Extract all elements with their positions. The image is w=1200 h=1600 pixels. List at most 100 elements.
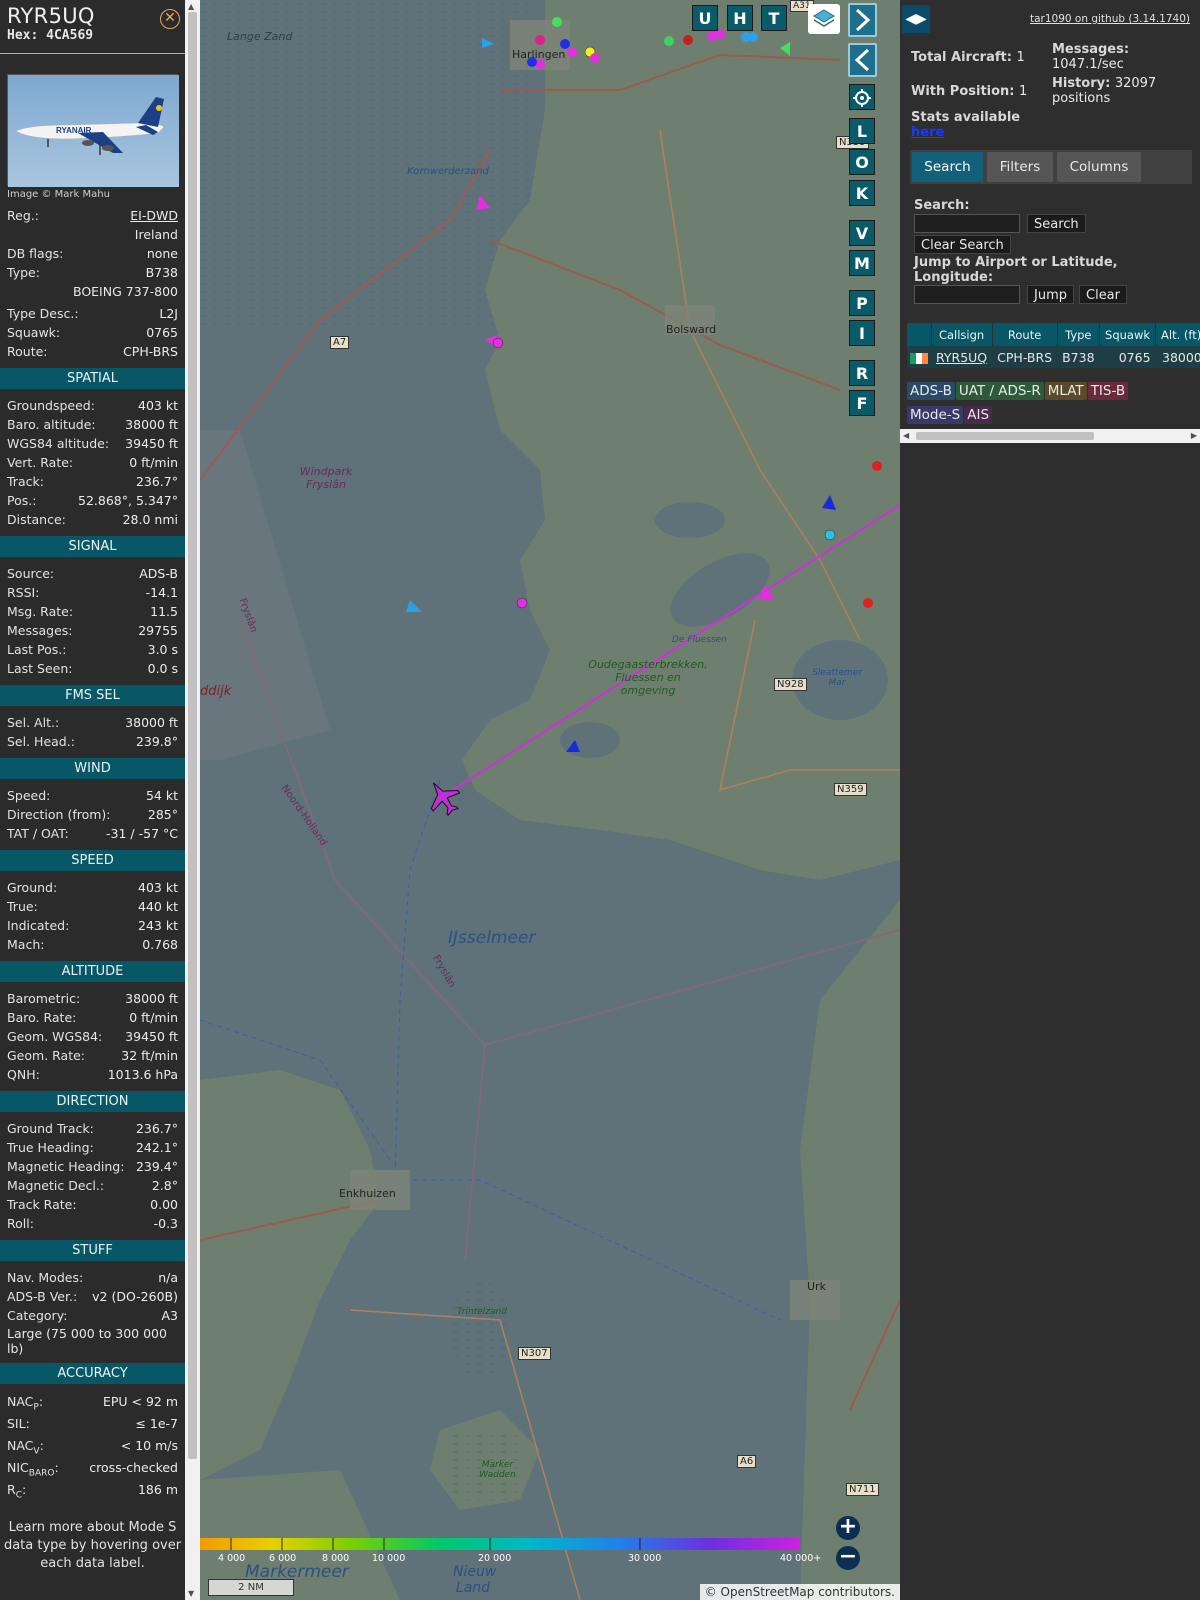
button-u[interactable]: U bbox=[692, 5, 718, 31]
tab-search[interactable]: Search bbox=[912, 152, 983, 182]
button-k[interactable]: K bbox=[849, 180, 875, 206]
tab-filters[interactable]: Filters bbox=[987, 152, 1053, 182]
vessel-marker bbox=[748, 32, 758, 42]
sil-row: SIL: ≤ 1e-7 bbox=[0, 1413, 185, 1435]
altitude-label: Geom. WGS84: bbox=[7, 1029, 103, 1044]
label-fluessen: De Fluessen bbox=[672, 635, 727, 645]
route-cell: CPH-BRS bbox=[992, 346, 1058, 368]
wind-label: Direction (from): bbox=[7, 807, 111, 822]
table-horizontal-scrollbar[interactable]: ◀ ▶ bbox=[900, 429, 1200, 443]
legend-tick-6000: 6 000 bbox=[269, 1553, 297, 1564]
close-icon[interactable]: ✕ bbox=[160, 9, 180, 29]
scroll-left-icon[interactable]: ◀ bbox=[903, 429, 909, 443]
stats-available: Stats available here bbox=[911, 110, 1021, 140]
button-i[interactable]: I bbox=[849, 320, 875, 346]
stats-here-link[interactable]: here bbox=[911, 125, 1020, 140]
label-windpark: Windpark Fryslân bbox=[299, 465, 353, 491]
sidebar-scrollbar[interactable]: ▲ ▼ bbox=[185, 0, 200, 1600]
speed-value: 243 kt bbox=[138, 918, 178, 933]
stuff-row: Nav. Modes: n/a bbox=[0, 1268, 185, 1287]
label-urk: Urk bbox=[807, 1280, 826, 1293]
label-ijsselmeer: IJsselmeer bbox=[448, 928, 536, 948]
signal-label: RSSI: bbox=[7, 585, 40, 600]
fms-label: Sel. Alt.: bbox=[7, 715, 60, 730]
legend-tick-4000: 4 000 bbox=[218, 1553, 246, 1564]
column-header-callsign[interactable]: Callsign bbox=[931, 323, 993, 346]
button-v[interactable]: V bbox=[849, 220, 875, 246]
button-h[interactable]: H bbox=[727, 5, 753, 31]
legend-tick-40000: 40 000+ bbox=[780, 1553, 822, 1564]
country-value: Ireland bbox=[134, 227, 178, 242]
column-header-flag[interactable] bbox=[907, 323, 932, 346]
label-nieuw-land: Nieuw Land bbox=[453, 1564, 497, 1596]
column-header-route[interactable]: Route bbox=[992, 323, 1058, 346]
label-enkhuizen: Enkhuizen bbox=[339, 1187, 396, 1200]
github-link[interactable]: tar1090 on github (3.14.1740) bbox=[1030, 13, 1190, 25]
jump-button[interactable]: Jump bbox=[1027, 285, 1074, 304]
type-value: B738 bbox=[145, 265, 178, 280]
jump-input[interactable] bbox=[914, 285, 1020, 304]
speed-value: 440 kt bbox=[138, 899, 178, 914]
tab-columns[interactable]: Columns bbox=[1057, 152, 1141, 182]
road-n307: N307 bbox=[518, 1347, 551, 1360]
button-f[interactable]: F bbox=[849, 390, 875, 416]
stuff-row: Category: A3 bbox=[0, 1306, 185, 1325]
settings-button[interactable] bbox=[849, 84, 875, 110]
button-l[interactable]: L bbox=[849, 118, 875, 144]
callsign-cell[interactable]: RYR5UQ bbox=[931, 346, 993, 368]
vessel-marker bbox=[664, 36, 674, 46]
scroll-up-icon[interactable]: ▲ bbox=[188, 2, 194, 11]
next-button[interactable] bbox=[848, 3, 877, 37]
spatial-value: 39450 ft bbox=[125, 436, 178, 451]
button-t[interactable]: T bbox=[761, 5, 787, 31]
reg-link[interactable]: EI-DWD bbox=[130, 206, 178, 225]
search-input[interactable] bbox=[914, 214, 1020, 233]
spatial-row: Track: 236.7° bbox=[0, 472, 185, 491]
column-header-altitude[interactable]: Alt. (ft) bbox=[1155, 323, 1200, 346]
altitude-row: QNH: 1013.6 hPa bbox=[0, 1065, 185, 1084]
altitude-value: 1013.6 hPa bbox=[107, 1067, 178, 1082]
button-m[interactable]: M bbox=[849, 250, 875, 276]
scale-bar: 2 NM bbox=[208, 1579, 294, 1596]
squawk-cell: 0765 bbox=[1099, 346, 1156, 368]
button-o[interactable]: O bbox=[849, 149, 875, 175]
altitude-label: Barometric: bbox=[7, 991, 81, 1006]
wind-label: Speed: bbox=[7, 788, 51, 803]
spatial-value: 52.868°, 5.347° bbox=[78, 493, 178, 508]
zoom-out-button[interactable]: − bbox=[836, 1546, 860, 1570]
category-description: Large (75 000 to 300 000 lb) bbox=[7, 1326, 167, 1356]
button-p[interactable]: P bbox=[849, 290, 875, 316]
spatial-value: 403 kt bbox=[138, 398, 178, 413]
stuff-group: Nav. Modes: n/a ADS-B Ver.: v2 (DO-260B) Cat… bbox=[0, 1268, 185, 1325]
direction-label: Magnetic Heading: bbox=[7, 1159, 125, 1174]
map-canvas[interactable] bbox=[200, 0, 900, 1600]
aircraft-photo[interactable]: RYANAIR bbox=[7, 74, 179, 187]
horizontal-scrollbar-thumb[interactable] bbox=[916, 432, 1094, 440]
toggle-panel-button[interactable]: ◀▶ bbox=[902, 5, 930, 33]
spatial-value: 236.7° bbox=[135, 474, 178, 489]
squawk-row: Squawk: 0765 bbox=[0, 323, 185, 342]
direction-value: 0.00 bbox=[150, 1197, 178, 1212]
map-attribution[interactable]: © OpenStreetMap contributors. bbox=[699, 1584, 900, 1600]
clear-search-button[interactable]: Clear Search bbox=[914, 235, 1011, 254]
signal-group: Source: ADS-B RSSI: -14.1 Msg. Rate: 11.5 Mess… bbox=[0, 564, 185, 678]
wind-row: TAT / OAT: -31 / -57 °C bbox=[0, 824, 185, 843]
prev-button[interactable] bbox=[848, 43, 877, 77]
scroll-down-icon[interactable]: ▼ bbox=[188, 1589, 194, 1598]
layers-button[interactable] bbox=[808, 4, 840, 34]
map-view[interactable]: Lange Zand Harlingen Kornwerderzand Bols… bbox=[200, 0, 900, 1600]
scrollbar-thumb[interactable] bbox=[188, 12, 197, 1459]
nacv-value: < 10 m/s bbox=[120, 1438, 178, 1453]
rc-label: RC: bbox=[7, 1482, 27, 1501]
scroll-right-icon[interactable]: ▶ bbox=[1191, 429, 1197, 443]
vessel-marker bbox=[863, 598, 873, 608]
button-r[interactable]: R bbox=[849, 360, 875, 386]
search-button[interactable]: Search bbox=[1027, 214, 1086, 233]
direction-label: Roll: bbox=[7, 1216, 34, 1231]
clear-jump-button[interactable]: Clear bbox=[1079, 285, 1127, 304]
table-row[interactable]: RYR5UQ CPH-BRS B738 0765 38000 bbox=[907, 346, 1200, 368]
column-header-type[interactable]: Type bbox=[1057, 323, 1101, 346]
zoom-in-button[interactable]: + bbox=[836, 1516, 860, 1540]
altitude-label: Geom. Rate: bbox=[7, 1048, 86, 1063]
column-header-squawk[interactable]: Squawk bbox=[1099, 323, 1157, 346]
